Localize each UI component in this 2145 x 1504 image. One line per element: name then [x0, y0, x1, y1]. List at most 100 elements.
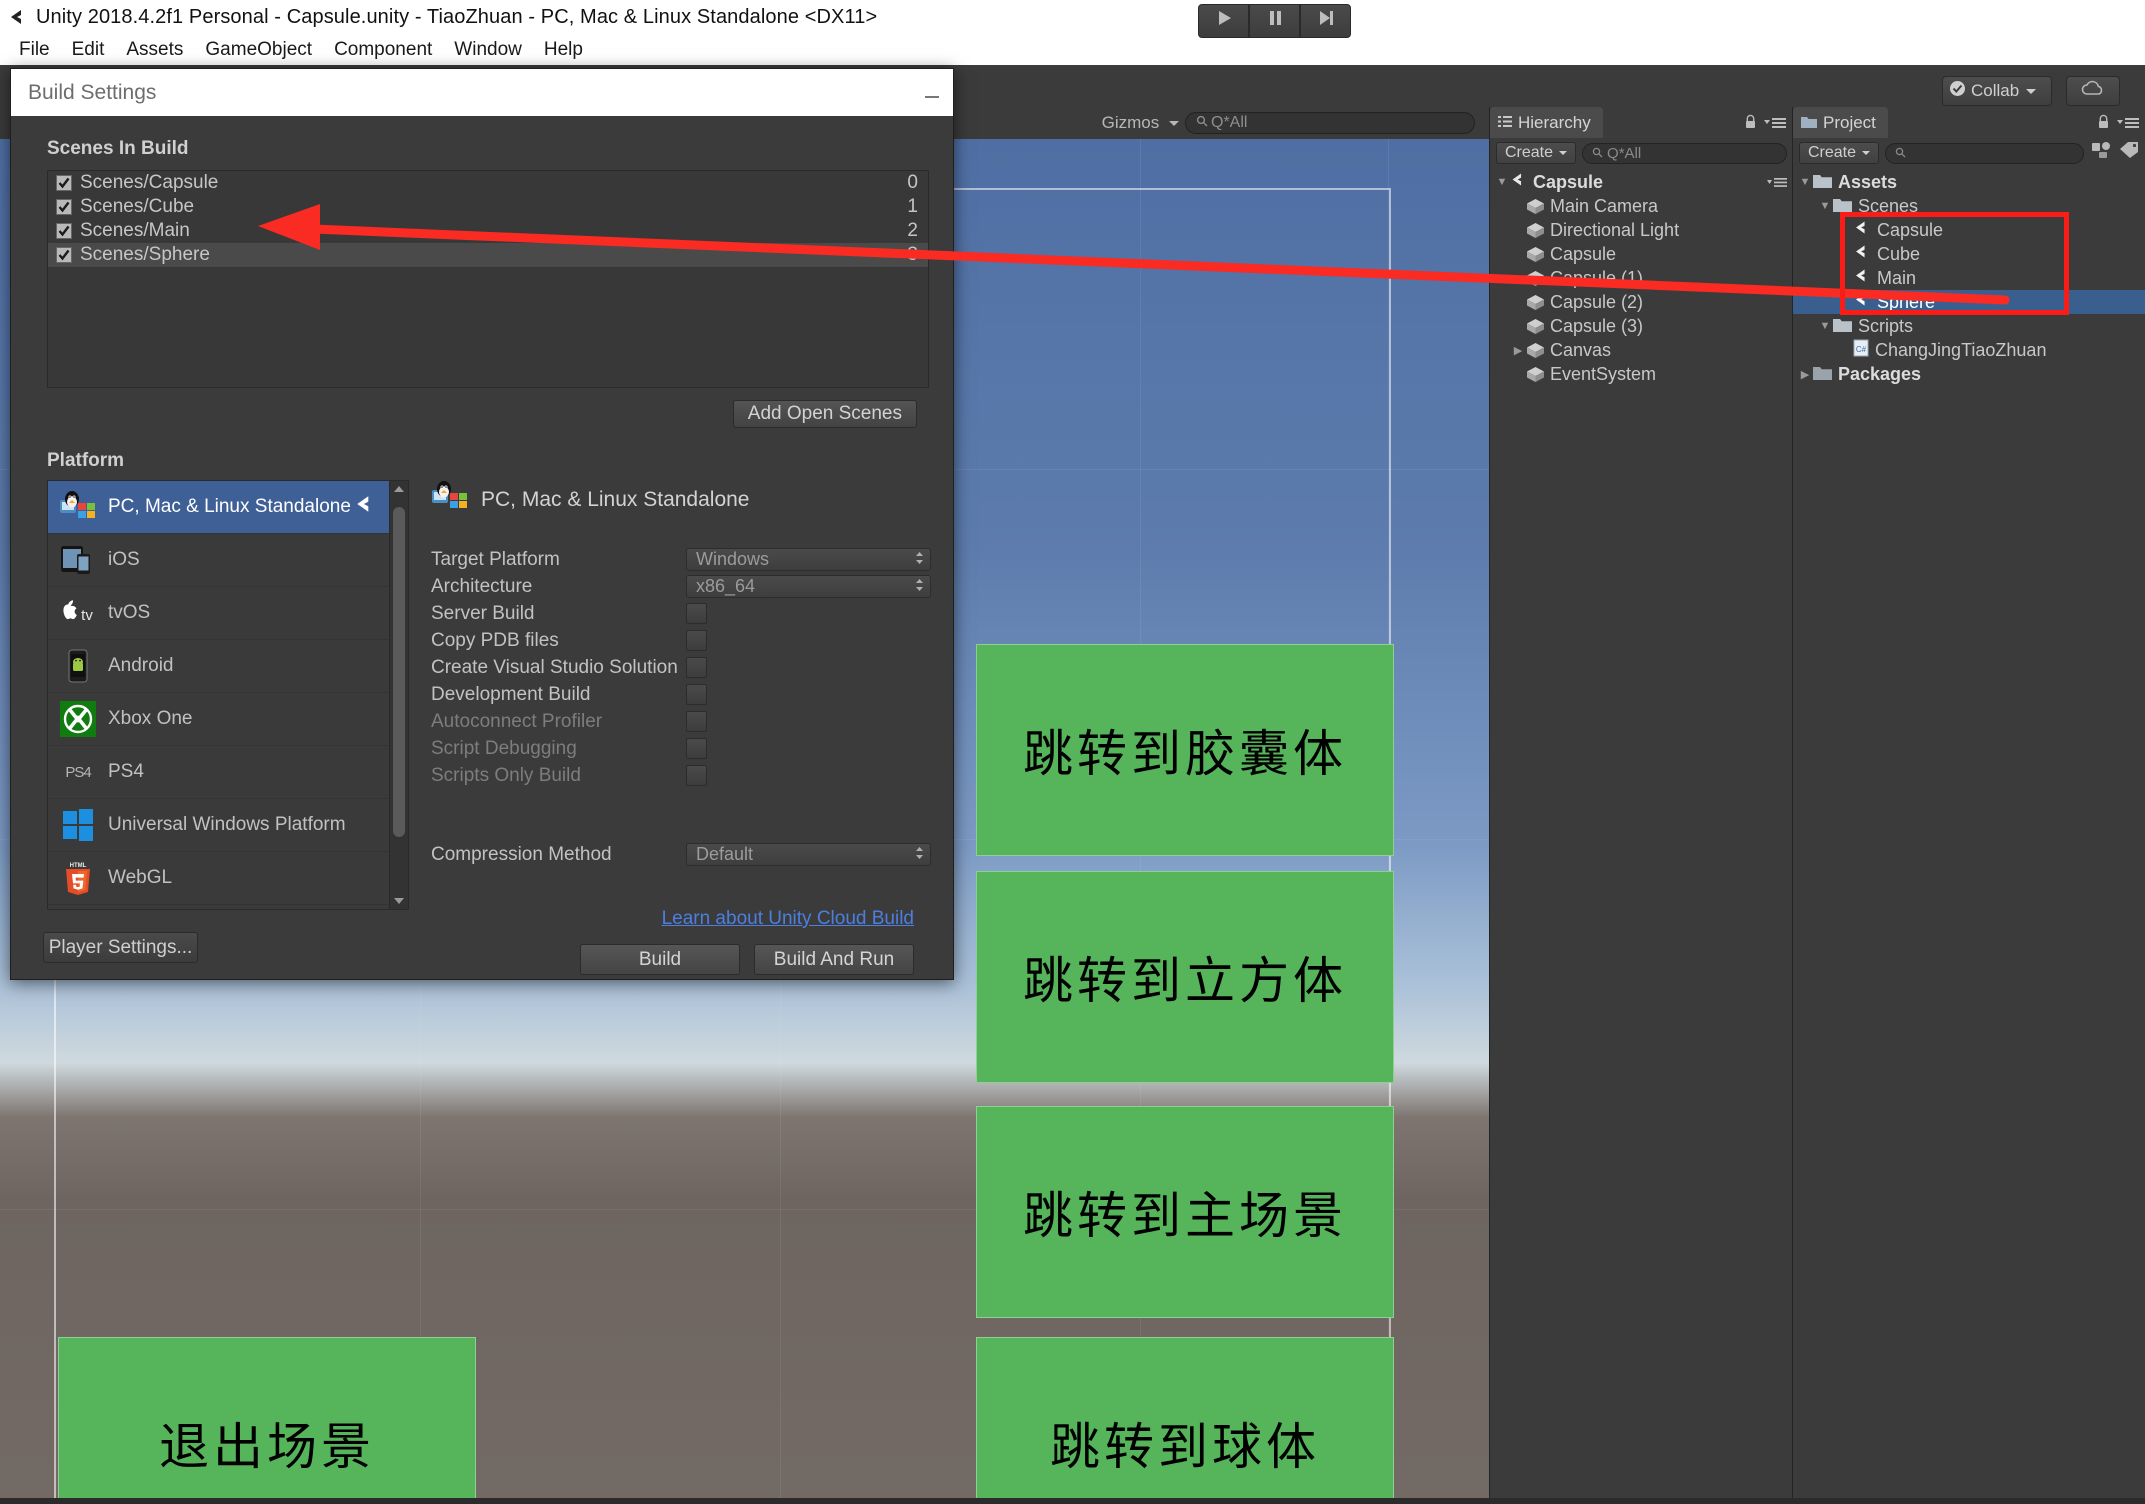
hierarchy-item-label: Capsule (2)	[1550, 291, 1644, 312]
jump-to-capsule-button[interactable]: 跳转到胶囊体	[976, 644, 1394, 856]
menu-item-gameobject[interactable]: GameObject	[194, 39, 323, 61]
platform-row-android[interactable]: Android	[48, 640, 390, 693]
scenes-in-build-list[interactable]: Scenes/Capsule 0 Scenes/Cube 1 Scenes/Ma…	[47, 170, 929, 388]
scene-row-capsule[interactable]: Scenes/Capsule 0	[48, 171, 928, 195]
html5-icon: HTML	[58, 858, 98, 898]
build-and-run-button[interactable]: Build And Run	[754, 944, 914, 975]
platform-row-ps4[interactable]: PS4 PS4	[48, 746, 390, 799]
hierarchy-item-capsule-2[interactable]: Capsule (2)	[1490, 290, 1793, 314]
tab-hierarchy[interactable]: Hierarchy	[1490, 107, 1603, 138]
field-label: Copy PDB files	[431, 629, 559, 651]
menu-item-component[interactable]: Component	[323, 39, 443, 61]
project-item-scripts[interactable]: ▼ Scripts	[1793, 314, 2145, 338]
scene-checkbox[interactable]	[56, 223, 72, 239]
scene-checkbox[interactable]	[56, 175, 72, 191]
unity-cloud-build-link[interactable]: Learn about Unity Cloud Build	[662, 908, 914, 929]
scroll-up-icon[interactable]	[394, 486, 405, 492]
cloud-services-button[interactable]	[2066, 76, 2120, 106]
jump-to-main-scene-button[interactable]: 跳转到主场景	[976, 1106, 1394, 1318]
platform-row-pc-mac-linux[interactable]: PC, Mac & Linux Standalone	[48, 481, 390, 534]
player-settings-button[interactable]: Player Settings...	[43, 932, 198, 963]
collab-button[interactable]: Collab	[1942, 76, 2052, 106]
triangle-down-icon[interactable]: ▼	[1494, 176, 1510, 188]
triangle-right-icon[interactable]: ▶	[1510, 344, 1526, 357]
development-build-checkbox[interactable]	[686, 684, 707, 705]
hierarchy-item-capsule[interactable]: Capsule	[1490, 242, 1793, 266]
platform-row-partial[interactable]	[48, 905, 389, 909]
scene-row-cube[interactable]: Scenes/Cube 1	[48, 195, 928, 219]
architecture-dropdown[interactable]: x86_64	[686, 575, 931, 598]
platform-row-xbox-one[interactable]: Xbox One	[48, 693, 390, 746]
hierarchy-item-canvas[interactable]: ▶ Canvas	[1490, 338, 1793, 362]
hierarchy-create-button[interactable]: Create	[1496, 142, 1577, 164]
gizmos-dropdown[interactable]: Gizmos	[1102, 113, 1179, 133]
project-item-main[interactable]: Main	[1793, 266, 2145, 290]
triangle-right-icon[interactable]: ▶	[1797, 368, 1813, 381]
scene-search-input[interactable]: Q*All	[1185, 112, 1475, 134]
scene-checkbox[interactable]	[56, 247, 72, 263]
project-item-scenes[interactable]: ▼ Scenes	[1793, 194, 2145, 218]
jump-to-cube-button[interactable]: 跳转到立方体	[976, 871, 1394, 1083]
lock-icon[interactable]	[1744, 113, 1757, 135]
triangle-down-icon[interactable]: ▼	[1817, 200, 1833, 212]
hamburger-menu-icon[interactable]	[2117, 113, 2139, 135]
hierarchy-scene-root[interactable]: ▼ Capsule	[1490, 170, 1793, 194]
hamburger-menu-icon[interactable]	[1767, 172, 1787, 193]
title-bar: Unity 2018.4.2f1 Personal - Capsule.unit…	[0, 0, 2145, 34]
hierarchy-search-input[interactable]: Q*All	[1582, 142, 1787, 164]
scrollbar-thumb[interactable]	[393, 507, 406, 837]
exit-scene-button[interactable]: 退出场景	[58, 1337, 476, 1498]
server-build-checkbox[interactable]	[686, 603, 707, 624]
platform-row-webgl[interactable]: HTML WebGL	[48, 852, 390, 905]
hierarchy-item-capsule-3[interactable]: Capsule (3)	[1490, 314, 1793, 338]
project-item-packages[interactable]: ▶ Packages	[1793, 362, 2145, 386]
lock-icon[interactable]	[2097, 113, 2110, 135]
play-button[interactable]	[1198, 4, 1249, 38]
target-platform-dropdown[interactable]: Windows	[686, 548, 931, 571]
filter-by-type-icon[interactable]	[2090, 140, 2112, 166]
project-item-cube[interactable]: Cube	[1793, 242, 2145, 266]
project-item-changjingtiaozhuan[interactable]: C# ChangJingTiaoZhuan	[1793, 338, 2145, 362]
platform-list[interactable]: PC, Mac & Linux Standalone iOS tv tvOS A…	[47, 480, 391, 910]
scene-row-main[interactable]: Scenes/Main 2	[48, 219, 928, 243]
project-create-button[interactable]: Create	[1799, 142, 1880, 164]
project-item-sphere[interactable]: Sphere	[1793, 290, 2145, 314]
hierarchy-item-directional-light[interactable]: Directional Light	[1490, 218, 1793, 242]
menu-item-file[interactable]: File	[8, 39, 61, 61]
project-item-assets[interactable]: ▼ Assets	[1793, 170, 2145, 194]
platform-row-universal-windows-platform[interactable]: Universal Windows Platform	[48, 799, 390, 852]
platform-row-ios[interactable]: iOS	[48, 534, 390, 587]
hamburger-menu-icon[interactable]	[1764, 113, 1786, 135]
hierarchy-panel: Hierarchy Create Q*All ▼ Capsule Main Ca…	[1489, 107, 1793, 1498]
platform-row-tvos[interactable]: tv tvOS	[48, 587, 390, 640]
platform-scrollbar[interactable]	[390, 480, 409, 910]
project-search-input[interactable]	[1885, 142, 2084, 164]
copy-pdb-files-checkbox[interactable]	[686, 630, 707, 651]
pause-button[interactable]	[1249, 4, 1300, 38]
android-icon	[58, 646, 98, 686]
close-icon[interactable]	[923, 83, 943, 103]
scene-row-sphere[interactable]: Scenes/Sphere 3	[48, 243, 928, 267]
step-button[interactable]	[1300, 4, 1351, 38]
field-copy-pdb-files: Copy PDB files	[431, 627, 931, 654]
scroll-down-icon[interactable]	[394, 898, 405, 904]
project-item-capsule[interactable]: Capsule	[1793, 218, 2145, 242]
compression-method-dropdown[interactable]: Default	[686, 843, 931, 866]
gameobject-cube-icon	[1526, 222, 1545, 238]
menu-item-window[interactable]: Window	[443, 39, 533, 61]
scene-checkbox[interactable]	[56, 199, 72, 215]
menu-item-help[interactable]: Help	[533, 39, 594, 61]
tab-project[interactable]: Project	[1793, 107, 1888, 138]
triangle-down-icon[interactable]: ▼	[1797, 176, 1813, 188]
hierarchy-item-capsule-1[interactable]: Capsule (1)	[1490, 266, 1793, 290]
menu-item-edit[interactable]: Edit	[61, 39, 116, 61]
build-button[interactable]: Build	[580, 944, 740, 975]
hierarchy-item-eventsystem[interactable]: EventSystem	[1490, 362, 1793, 386]
filter-by-label-icon[interactable]	[2118, 140, 2140, 166]
create-visual-studio-solution-checkbox[interactable]	[686, 657, 707, 678]
add-open-scenes-button[interactable]: Add Open Scenes	[732, 400, 917, 428]
hierarchy-item-main-camera[interactable]: Main Camera	[1490, 194, 1793, 218]
triangle-down-icon[interactable]: ▼	[1817, 320, 1833, 332]
menu-item-assets[interactable]: Assets	[115, 39, 194, 61]
jump-to-sphere-button[interactable]: 跳转到球体	[976, 1337, 1394, 1498]
